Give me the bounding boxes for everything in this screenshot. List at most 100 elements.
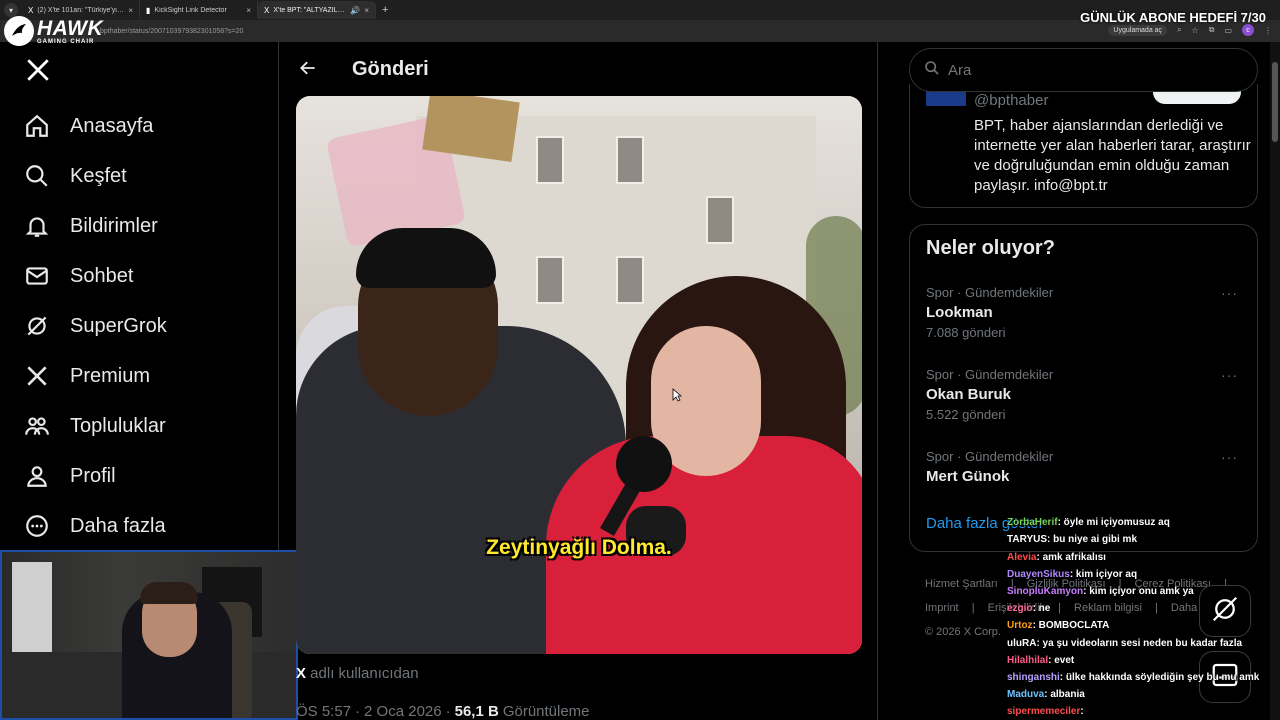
extensions-icon[interactable]: ⧉ xyxy=(1209,25,1215,35)
sidebar-item-label: Premium xyxy=(70,364,151,387)
video-man-hair xyxy=(356,228,496,288)
trend-item[interactable]: Spor · Gündemdekiler Okan Buruk 5.522 gö… xyxy=(926,367,1244,437)
chat-username[interactable]: SinopluKamyon xyxy=(1007,586,1083,597)
search-icon xyxy=(24,163,50,189)
grok-icon xyxy=(24,313,50,339)
more-dots-icon[interactable]: ··· xyxy=(1221,285,1238,301)
video-subtitle: Zeytinyağlı Dolma. xyxy=(486,536,672,559)
trend-context: Spor · Gündemdekiler xyxy=(926,285,1054,300)
sidebar-item-explore[interactable]: Keşfet xyxy=(24,156,127,196)
browser-tab-active[interactable]: X X'te BPT: "ALTYAZILI | Ash B... 🔊 × xyxy=(258,1,376,19)
chat-username[interactable]: DuayenSikus xyxy=(1007,569,1070,580)
x-favicon-icon: X xyxy=(264,5,270,15)
bookmark-star-icon[interactable]: ☆ xyxy=(1192,26,1199,35)
chat-text: : öyle mi içiyomusuz aq xyxy=(1057,517,1170,529)
bell-icon xyxy=(24,213,50,239)
source-text: adlı kullanıcıdan xyxy=(306,665,419,682)
cast-icon[interactable]: ▭ xyxy=(1224,26,1232,35)
post-video[interactable]: Zeytinyağlı Dolma. xyxy=(296,96,862,654)
chat-username[interactable]: ezgio xyxy=(1007,603,1033,614)
search-icon xyxy=(924,60,940,80)
chat-username[interactable]: TARYUS xyxy=(1007,534,1047,545)
more-circle-icon xyxy=(24,513,50,539)
tab-close-icon[interactable]: × xyxy=(246,6,251,15)
chat-username[interactable]: Maduva xyxy=(1007,689,1044,700)
x-logo-icon[interactable] xyxy=(25,57,51,91)
sidebar-item-chat[interactable]: Sohbet xyxy=(24,256,133,296)
stream-chat: ZorbaHerif: öyle mi içiyomusuz aq TARYUS:… xyxy=(1007,500,1277,720)
footer-separator: | xyxy=(971,602,975,614)
open-in-app-button[interactable]: Uygulamada aç xyxy=(1108,24,1168,36)
sidebar-item-more[interactable]: Daha fazla xyxy=(24,506,166,546)
zoom-icon[interactable]: ⌕ xyxy=(1177,25,1181,35)
sidebar-item-label: Daha fazla xyxy=(70,514,166,537)
chat-text: : ülke hakkında söylediğin şey bu mu amk xyxy=(1059,671,1260,683)
profile-icon xyxy=(24,463,50,489)
sidebar-item-supergrok[interactable]: SuperGrok xyxy=(24,306,167,346)
communities-icon xyxy=(24,413,50,439)
kick-favicon-icon: ▮ xyxy=(146,5,151,15)
more-dots-icon[interactable]: ··· xyxy=(1221,367,1238,383)
chat-text: : ya şu videoların sesi neden bu kadar f… xyxy=(1036,637,1243,649)
webcam-hair xyxy=(140,582,198,604)
search-input[interactable]: Ara xyxy=(909,48,1258,92)
chat-message: Hilalhilal: evet xyxy=(1007,655,1277,672)
menu-dots-icon[interactable]: ⋮ xyxy=(1264,26,1272,35)
view-label: Görüntüleme xyxy=(502,703,590,720)
back-arrow-icon[interactable] xyxy=(296,56,320,80)
chat-message: Urtoz: BOMBOCLATA xyxy=(1007,620,1277,637)
tab-title: (2) X'te 101an: "Türkiye'yi ziyaret... xyxy=(37,6,124,14)
chat-username[interactable]: ZorbaHerif xyxy=(1007,517,1058,528)
chat-text: : bu niye ai gibi mk xyxy=(1047,534,1138,546)
sidebar-item-label: Keşfet xyxy=(70,164,127,187)
author-bio-card: @bpthaber BPT, haber ajanslarından derle… xyxy=(909,84,1258,208)
url-field[interactable]: bpthaber/status/2007103979382301058?s=20 xyxy=(100,28,243,35)
home-icon xyxy=(24,113,50,139)
trend-item[interactable]: Spor · Gündemdekiler Lookman 7.088 gönde… xyxy=(926,285,1244,355)
hawk-logo-icon xyxy=(4,16,34,46)
profile-avatar[interactable]: c xyxy=(1242,24,1254,36)
chat-text: : amk afrikalısı xyxy=(1036,551,1106,563)
sponsor-logo: HAWK GAMING CHAIR xyxy=(4,16,103,46)
chat-text: : xyxy=(1080,706,1084,718)
tab-title: X'te BPT: "ALTYAZILI | Ash B... xyxy=(273,6,346,14)
page-title: Gönderi xyxy=(352,58,429,80)
scrollbar-thumb[interactable] xyxy=(1272,62,1278,142)
trend-context: Spor · Gündemdekiler xyxy=(926,367,1054,382)
footer-link-imprint[interactable]: Imprint xyxy=(925,602,959,614)
more-dots-icon[interactable]: ··· xyxy=(1221,449,1238,465)
tab-list-button[interactable]: ▾ xyxy=(4,3,18,17)
browser-tab[interactable]: ▮ KickSight Link Detector × xyxy=(140,1,258,19)
post-meta: ÖS 5:57 · 2 Oca 2026 · 56,1 B Görüntülem… xyxy=(296,703,590,720)
sidebar-item-communities[interactable]: Topluluklar xyxy=(24,406,166,446)
speaker-icon[interactable]: 🔊 xyxy=(350,6,360,15)
sidebar-item-premium[interactable]: Premium xyxy=(24,356,150,396)
chat-message: shinganshi: ülke hakkında söylediğin şey… xyxy=(1007,672,1277,689)
video-window xyxy=(616,136,644,184)
sidebar-item-home[interactable]: Anasayfa xyxy=(24,106,153,146)
chat-text: : BOMBOCLATA xyxy=(1032,620,1110,632)
chat-username[interactable]: Hilalhilal xyxy=(1007,655,1048,666)
tab-close-icon[interactable]: × xyxy=(128,6,133,15)
chat-username[interactable]: Alevia xyxy=(1007,552,1036,563)
chat-username[interactable]: shinganshi xyxy=(1007,672,1060,683)
author-handle[interactable]: @bpthaber xyxy=(974,92,1048,109)
sidebar-item-profile[interactable]: Profil xyxy=(24,456,116,496)
video-window xyxy=(616,256,644,304)
tab-title: KickSight Link Detector xyxy=(154,6,227,14)
sidebar-item-notifications[interactable]: Bildirimler xyxy=(24,206,158,246)
footer-link-terms[interactable]: Hizmet Şartları xyxy=(925,578,998,590)
tab-close-icon[interactable]: × xyxy=(364,6,369,15)
trend-name: Lookman xyxy=(926,304,993,321)
video-window xyxy=(706,196,734,244)
trend-count: 7.088 gönderi xyxy=(926,325,1006,340)
chat-username[interactable]: Urtoz xyxy=(1007,620,1033,631)
new-tab-button[interactable]: + xyxy=(382,4,388,16)
chat-text: : ne xyxy=(1032,603,1051,615)
chat-username[interactable]: uluRA xyxy=(1007,638,1036,649)
post-time[interactable]: ÖS 5:57 xyxy=(296,703,351,720)
post-date[interactable]: 2 Oca 2026 xyxy=(364,703,442,720)
logo-subtitle: GAMING CHAIR xyxy=(37,38,95,45)
chat-username[interactable]: sipermemeciler xyxy=(1007,706,1080,717)
x-favicon-icon: X xyxy=(28,5,34,15)
